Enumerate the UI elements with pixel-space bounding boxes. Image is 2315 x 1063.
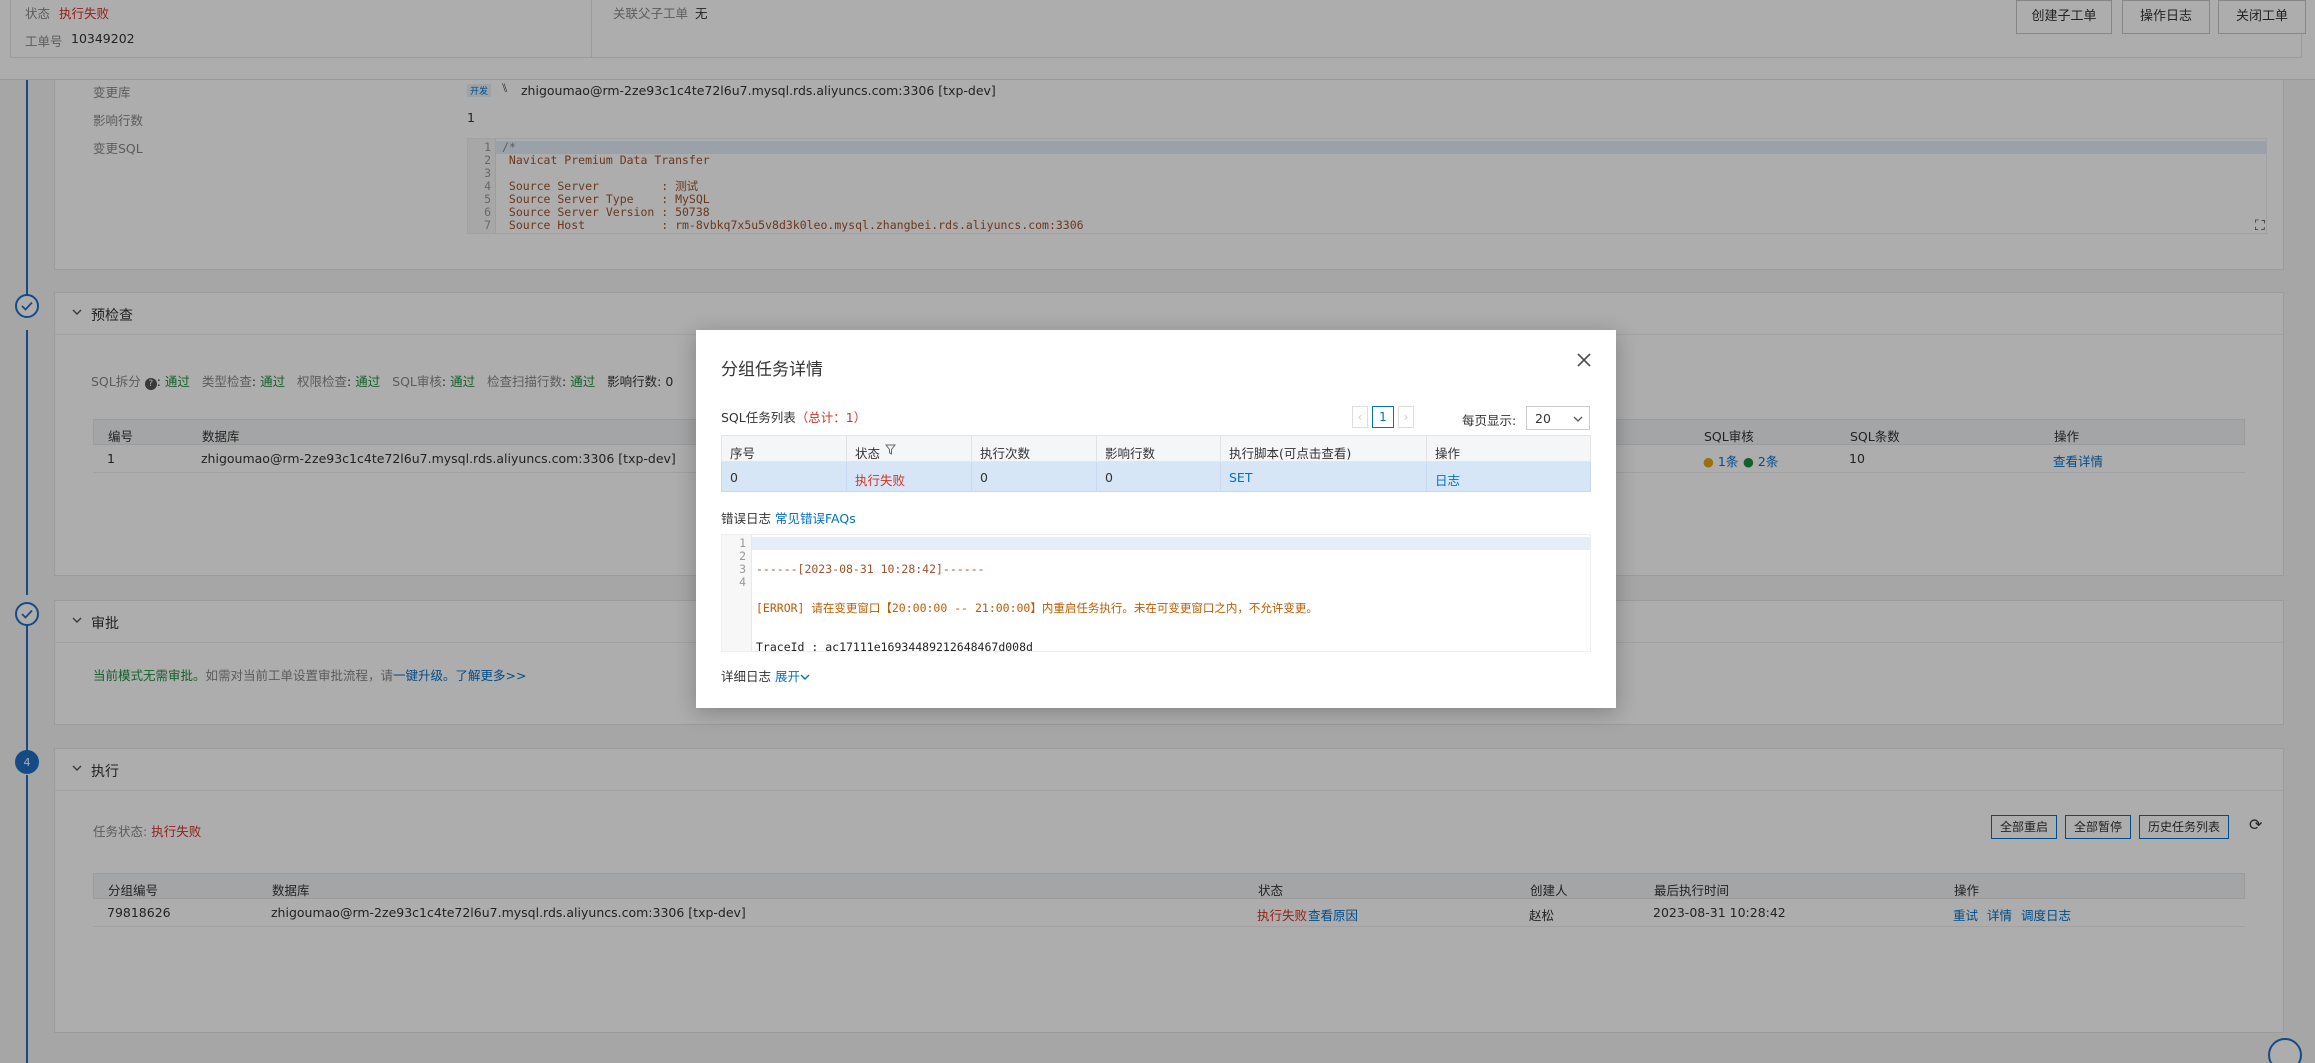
detail-log-heading: 详细日志 展开 (721, 666, 810, 685)
error-log-editor[interactable]: 1234 ------[2023-08-31 10:28:42]------ [… (721, 534, 1591, 654)
script-link[interactable]: SET (1229, 470, 1252, 485)
sql-task-list-heading: SQL任务列表（总计：1） (721, 407, 866, 426)
total-count: （总计：1） (795, 410, 867, 425)
detail-log-label: 详细日志 (721, 669, 772, 684)
error-line (756, 680, 1318, 693)
sql-task-table-header: 序号 状态 执行次数 影响行数 执行脚本(可点击查看) 操作 (721, 435, 1591, 462)
column-header: 序号 (730, 446, 756, 461)
page-size-select[interactable]: 20 (1526, 406, 1590, 430)
error-gutter: 1234 (722, 535, 752, 651)
page-size-label: 每页显示: (1462, 413, 1517, 428)
column-header: 执行次数 (980, 446, 1031, 461)
faq-link[interactable]: 常见错误FAQs (775, 511, 856, 526)
expand-text: 展开 (775, 669, 801, 684)
row-affected: 0 (1105, 470, 1113, 485)
expand-link[interactable]: 展开 (775, 669, 810, 684)
column-header: 操作 (1435, 446, 1461, 461)
error-line: ------[2023-08-31 10:28:42]------ (756, 562, 985, 576)
close-icon[interactable] (1574, 350, 1594, 370)
next-page-button[interactable]: › (1398, 406, 1414, 428)
error-log-text: ------[2023-08-31 10:28:42]------ [ERROR… (756, 537, 1318, 719)
group-task-detail-modal: 分组任务详情 SQL任务列表（总计：1） ‹ 1 › 每页显示: 20 序号 状… (696, 330, 1616, 708)
filter-icon[interactable] (885, 444, 896, 455)
row-seq: 0 (730, 470, 738, 485)
line-number: 4 (739, 575, 746, 589)
row-status: 执行失败 (855, 473, 906, 488)
table-row: 0 执行失败 0 0 SET 日志 (721, 462, 1591, 492)
row-exec-count: 0 (980, 470, 988, 485)
error-log-heading: 错误日志 常见错误FAQs (721, 508, 856, 527)
chevron-down-icon (800, 674, 810, 680)
column-header: 状态 (855, 446, 881, 461)
column-header: 执行脚本(可点击查看) (1229, 446, 1352, 461)
error-line: [ERROR] 请在变更窗口【20:00:00 -- 21:00:00】内重启任… (756, 601, 1318, 615)
error-line: TraceId : ac17111e16934489212648467d008d (756, 640, 1033, 654)
prev-page-button[interactable]: ‹ (1352, 406, 1368, 428)
column-header: 影响行数 (1105, 446, 1156, 461)
modal-title: 分组任务详情 (721, 360, 823, 380)
page-size-value: 20 (1535, 411, 1551, 426)
current-page[interactable]: 1 (1372, 406, 1394, 428)
log-link[interactable]: 日志 (1435, 470, 1460, 489)
sql-task-list-label: SQL任务列表 (721, 410, 796, 425)
error-log-label: 错误日志 (721, 511, 772, 526)
chevron-down-icon (1573, 416, 1583, 422)
